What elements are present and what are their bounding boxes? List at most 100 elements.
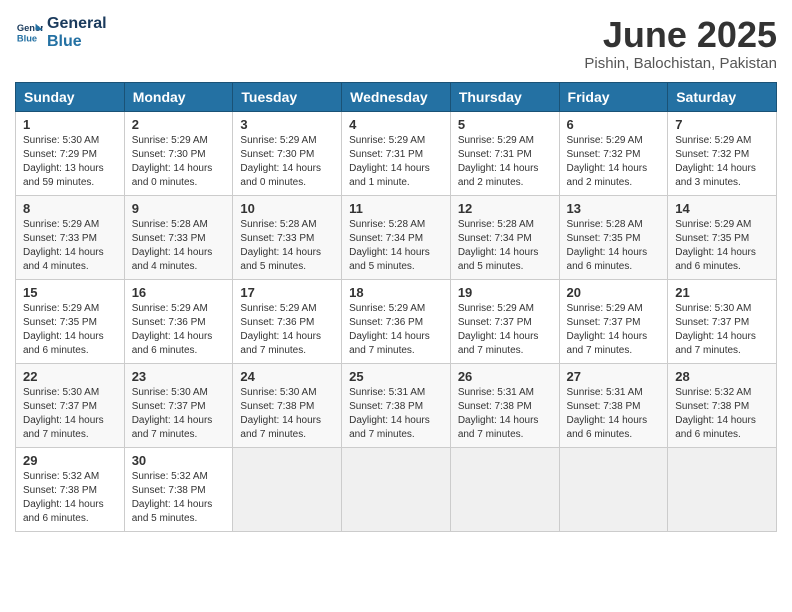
weekday-header-tuesday: Tuesday	[233, 82, 342, 111]
day-number: 6	[567, 117, 661, 132]
calendar-cell: 11 Sunrise: 5:28 AM Sunset: 7:34 PM Dayli…	[342, 195, 451, 279]
day-info: Sunrise: 5:29 AM Sunset: 7:31 PM Dayligh…	[349, 134, 443, 190]
calendar-cell: 4Sunrise: 5:29 AM Sunset: 7:31 PM Daylig…	[342, 111, 451, 195]
day-info: Sunrise: 5:30 AM Sunset: 7:37 PM Dayligh…	[675, 302, 769, 358]
day-number: 12	[458, 201, 552, 216]
calendar-cell: 22 Sunrise: 5:30 AM Sunset: 7:37 PM Dayli…	[16, 363, 125, 447]
day-info: Sunrise: 5:29 AM Sunset: 7:36 PM Dayligh…	[240, 302, 334, 358]
weekday-header-wednesday: Wednesday	[342, 82, 451, 111]
calendar-cell: 3 Sunrise: 5:29 AM Sunset: 7:30 PM Daylig…	[233, 111, 342, 195]
day-number: 7	[675, 117, 769, 132]
weekday-header-saturday: Saturday	[668, 82, 777, 111]
calendar-cell: 19 Sunrise: 5:29 AM Sunset: 7:37 PM Dayli…	[450, 279, 559, 363]
calendar-cell: 2 Sunrise: 5:29 AM Sunset: 7:30 PM Daylig…	[124, 111, 233, 195]
weekday-header-sunday: Sunday	[16, 82, 125, 111]
weekday-header-thursday: Thursday	[450, 82, 559, 111]
calendar-cell: 9 Sunrise: 5:28 AM Sunset: 7:33 PM Daylig…	[124, 195, 233, 279]
day-info: Sunrise: 5:29 AM Sunset: 7:30 PM Dayligh…	[240, 134, 334, 190]
logo-icon: General Blue	[15, 19, 43, 47]
day-number: 5	[458, 117, 552, 132]
calendar-week-row: 22 Sunrise: 5:30 AM Sunset: 7:37 PM Dayli…	[16, 363, 777, 447]
calendar-cell: 10 Sunrise: 5:28 AM Sunset: 7:33 PM Dayli…	[233, 195, 342, 279]
calendar-cell: 16 Sunrise: 5:29 AM Sunset: 7:36 PM Dayli…	[124, 279, 233, 363]
day-number: 19	[458, 285, 552, 300]
svg-text:Blue: Blue	[17, 33, 37, 43]
day-info: Sunrise: 5:28 AM Sunset: 7:33 PM Dayligh…	[132, 218, 226, 274]
day-info: Sunrise: 5:30 AM Sunset: 7:37 PM Dayligh…	[23, 386, 117, 442]
calendar-week-row: 29 Sunrise: 5:32 AM Sunset: 7:38 PM Dayli…	[16, 447, 777, 531]
day-info: Sunrise: 5:30 AM Sunset: 7:38 PM Dayligh…	[240, 386, 334, 442]
day-number: 11	[349, 201, 443, 216]
day-info: Sunrise: 5:29 AM Sunset: 7:36 PM Dayligh…	[349, 302, 443, 358]
day-number: 16	[132, 285, 226, 300]
day-info: Sunrise: 5:29 AM Sunset: 7:32 PM Dayligh…	[567, 134, 661, 190]
day-info: Sunrise: 5:29 AM Sunset: 7:35 PM Dayligh…	[23, 302, 117, 358]
weekday-header-friday: Friday	[559, 82, 668, 111]
day-info: Sunrise: 5:32 AM Sunset: 7:38 PM Dayligh…	[132, 470, 226, 526]
location: Pishin, Balochistan, Pakistan	[584, 55, 777, 72]
logo: General Blue General Blue	[15, 15, 107, 50]
calendar-cell: 15 Sunrise: 5:29 AM Sunset: 7:35 PM Dayli…	[16, 279, 125, 363]
calendar-cell: 17 Sunrise: 5:29 AM Sunset: 7:36 PM Dayli…	[233, 279, 342, 363]
calendar-week-row: 8 Sunrise: 5:29 AM Sunset: 7:33 PM Daylig…	[16, 195, 777, 279]
day-number: 17	[240, 285, 334, 300]
day-number: 23	[132, 369, 226, 384]
day-number: 15	[23, 285, 117, 300]
day-number: 24	[240, 369, 334, 384]
calendar-cell: 12 Sunrise: 5:28 AM Sunset: 7:34 PM Dayli…	[450, 195, 559, 279]
calendar-cell: 24 Sunrise: 5:30 AM Sunset: 7:38 PM Dayli…	[233, 363, 342, 447]
day-number: 3	[240, 117, 334, 132]
calendar-cell: 28 Sunrise: 5:32 AM Sunset: 7:38 PM Dayli…	[668, 363, 777, 447]
day-number: 22	[23, 369, 117, 384]
calendar-cell: 23Sunrise: 5:30 AM Sunset: 7:37 PM Dayli…	[124, 363, 233, 447]
day-info: Sunrise: 5:31 AM Sunset: 7:38 PM Dayligh…	[567, 386, 661, 442]
calendar-cell: 30 Sunrise: 5:32 AM Sunset: 7:38 PM Dayli…	[124, 447, 233, 531]
month-title: June 2025	[584, 15, 777, 55]
day-number: 2	[132, 117, 226, 132]
day-info: Sunrise: 5:29 AM Sunset: 7:30 PM Dayligh…	[132, 134, 226, 190]
day-info: Sunrise: 5:28 AM Sunset: 7:34 PM Dayligh…	[349, 218, 443, 274]
calendar-week-row: 1 Sunrise: 5:30 AM Sunset: 7:29 PM Daylig…	[16, 111, 777, 195]
calendar-cell: 27 Sunrise: 5:31 AM Sunset: 7:38 PM Dayli…	[559, 363, 668, 447]
logo-blue: Blue	[47, 33, 107, 51]
calendar-cell: 5 Sunrise: 5:29 AM Sunset: 7:31 PM Daylig…	[450, 111, 559, 195]
day-number: 30	[132, 453, 226, 468]
day-info: Sunrise: 5:31 AM Sunset: 7:38 PM Dayligh…	[458, 386, 552, 442]
calendar-cell: 14Sunrise: 5:29 AM Sunset: 7:35 PM Dayli…	[668, 195, 777, 279]
day-number: 14	[675, 201, 769, 216]
day-info: Sunrise: 5:31 AM Sunset: 7:38 PM Dayligh…	[349, 386, 443, 442]
calendar-cell: 8 Sunrise: 5:29 AM Sunset: 7:33 PM Daylig…	[16, 195, 125, 279]
calendar-cell: 1 Sunrise: 5:30 AM Sunset: 7:29 PM Daylig…	[16, 111, 125, 195]
calendar-week-row: 15 Sunrise: 5:29 AM Sunset: 7:35 PM Dayli…	[16, 279, 777, 363]
day-number: 29	[23, 453, 117, 468]
day-number: 9	[132, 201, 226, 216]
day-number: 27	[567, 369, 661, 384]
title-block: June 2025 Pishin, Balochistan, Pakistan	[584, 15, 777, 72]
day-number: 20	[567, 285, 661, 300]
calendar-cell: 6 Sunrise: 5:29 AM Sunset: 7:32 PM Daylig…	[559, 111, 668, 195]
calendar-cell	[342, 447, 451, 531]
day-info: Sunrise: 5:30 AM Sunset: 7:29 PM Dayligh…	[23, 134, 117, 190]
calendar-cell: 20 Sunrise: 5:29 AM Sunset: 7:37 PM Dayli…	[559, 279, 668, 363]
day-number: 1	[23, 117, 117, 132]
day-info: Sunrise: 5:29 AM Sunset: 7:37 PM Dayligh…	[567, 302, 661, 358]
day-number: 25	[349, 369, 443, 384]
weekday-header-monday: Monday	[124, 82, 233, 111]
weekday-header-row: SundayMondayTuesdayWednesdayThursdayFrid…	[16, 82, 777, 111]
day-number: 28	[675, 369, 769, 384]
day-info: Sunrise: 5:29 AM Sunset: 7:32 PM Dayligh…	[675, 134, 769, 190]
day-info: Sunrise: 5:29 AM Sunset: 7:31 PM Dayligh…	[458, 134, 552, 190]
calendar-cell: 26Sunrise: 5:31 AM Sunset: 7:38 PM Dayli…	[450, 363, 559, 447]
day-info: Sunrise: 5:29 AM Sunset: 7:36 PM Dayligh…	[132, 302, 226, 358]
day-number: 8	[23, 201, 117, 216]
day-info: Sunrise: 5:28 AM Sunset: 7:33 PM Dayligh…	[240, 218, 334, 274]
calendar-cell: 25 Sunrise: 5:31 AM Sunset: 7:38 PM Dayli…	[342, 363, 451, 447]
day-info: Sunrise: 5:28 AM Sunset: 7:34 PM Dayligh…	[458, 218, 552, 274]
day-info: Sunrise: 5:32 AM Sunset: 7:38 PM Dayligh…	[675, 386, 769, 442]
calendar-cell	[668, 447, 777, 531]
calendar-cell	[450, 447, 559, 531]
day-info: Sunrise: 5:29 AM Sunset: 7:37 PM Dayligh…	[458, 302, 552, 358]
calendar-cell: 7 Sunrise: 5:29 AM Sunset: 7:32 PM Daylig…	[668, 111, 777, 195]
day-number: 10	[240, 201, 334, 216]
day-info: Sunrise: 5:29 AM Sunset: 7:33 PM Dayligh…	[23, 218, 117, 274]
